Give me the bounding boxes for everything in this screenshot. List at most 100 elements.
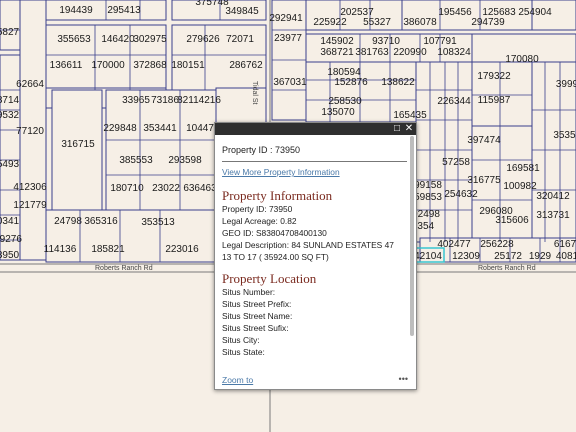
parcel-id-label[interactable]: 180151 — [171, 60, 205, 71]
parcel-id-label[interactable]: 6167 — [554, 239, 576, 250]
parcel-id-label[interactable]: 372868 — [133, 60, 167, 71]
parcel-id-label[interactable]: 229848 — [103, 123, 137, 134]
parcel-id-label[interactable]: 368721 — [320, 47, 354, 58]
parcel-id-label[interactable]: 57258 — [442, 157, 470, 168]
parcel-id-label[interactable]: 108324 — [437, 47, 471, 58]
parcel-id-label[interactable]: 121779 — [13, 200, 47, 211]
parcel-id-label[interactable]: 4081 — [556, 251, 576, 262]
parcel-id-label[interactable]: 107791 — [423, 36, 457, 47]
parcel-id-label[interactable]: 24798 — [54, 216, 82, 227]
parcel-id-label[interactable]: 286762 — [229, 60, 263, 71]
parcel-id-label[interactable]: 152876 — [334, 77, 368, 88]
parcel-id-label[interactable]: 316775 — [467, 175, 501, 186]
parcel-id-label[interactable]: 77120 — [16, 126, 44, 137]
parcel-id-label[interactable]: 302975 — [133, 34, 167, 45]
parcel-id-label[interactable]: 5827 — [0, 27, 20, 38]
zoom-to-link[interactable]: Zoom to — [222, 375, 253, 385]
parcel-id-label[interactable]: 279626 — [186, 34, 220, 45]
parcel-id-label[interactable]: 254632 — [444, 189, 478, 200]
parcel-id-label[interactable]: 12309 — [452, 251, 480, 262]
parcel-id-label[interactable]: 180710 — [110, 183, 144, 194]
parcel-id-label[interactable]: 23977 — [274, 33, 302, 44]
parcel-id-label[interactable]: 3999 — [556, 79, 576, 90]
parcel-id-label[interactable]: 136611 — [50, 60, 83, 71]
view-more-info-link[interactable]: View More Property Information — [222, 166, 408, 178]
parcel-id-label[interactable]: 169581 — [506, 163, 540, 174]
parcel-id-label[interactable]: 145902 — [320, 36, 354, 47]
parcel-id-label[interactable]: 179322 — [477, 71, 511, 82]
parcel-id-label[interactable]: 138622 — [381, 77, 415, 88]
parcel-id-label[interactable]: 355653 — [57, 34, 91, 45]
scrollbar-thumb[interactable] — [410, 136, 414, 336]
parcel-id-label[interactable]: 114136 — [44, 244, 77, 255]
parcel-id-label[interactable]: 115987 — [478, 95, 511, 106]
property-popup[interactable]: □ ✕ Property ID : 73950 View More Proper… — [214, 122, 417, 390]
parcel-id-label[interactable]: 10447 — [186, 123, 214, 134]
parcel-id-label[interactable]: 195456 — [438, 7, 472, 18]
parcel-id-label[interactable]: 316715 — [61, 139, 95, 150]
parcel-id-label[interactable]: 9532 — [0, 110, 20, 121]
parcel-id-label[interactable]: 397474 — [467, 135, 501, 146]
parcel-id-label[interactable]: 165435 — [393, 110, 427, 121]
parcel-id-label[interactable]: 295413 — [107, 5, 141, 16]
parcel-id-label[interactable]: 320412 — [536, 191, 570, 202]
parcel-id-label[interactable]: 1929 — [529, 251, 552, 262]
parcel-id-label[interactable]: 62664 — [16, 79, 44, 90]
parcel-id-label[interactable]: 146420 — [101, 34, 135, 45]
parcel-id-label[interactable]: 226344 — [437, 96, 471, 107]
parcel-id-label[interactable]: 220990 — [393, 47, 427, 58]
parcel-id-label[interactable]: 82114216 — [177, 95, 221, 106]
parcel-id-label[interactable]: 0341 — [0, 216, 20, 227]
parcel-id-label[interactable]: 258530 — [328, 96, 362, 107]
popup-body[interactable]: View More Property Information Property … — [222, 166, 408, 375]
parcel-id-label[interactable]: 59853 — [414, 192, 442, 203]
parcel-id-label[interactable]: 386078 — [403, 17, 437, 28]
parcel-id-label[interactable]: 185821 — [91, 244, 125, 255]
parcel-id-label[interactable]: 412306 — [13, 182, 47, 193]
parcel-id-label[interactable]: 292941 — [269, 13, 303, 24]
parcel-id-label[interactable]: 25172 — [494, 251, 522, 262]
maximize-icon[interactable]: □ — [392, 124, 402, 134]
parcel-id-label[interactable]: 170080 — [505, 54, 539, 65]
parcel-id-label[interactable]: 93710 — [372, 36, 400, 47]
parcel-id-label[interactable]: 353441 — [143, 123, 177, 134]
parcel-id-label[interactable]: 349845 — [225, 6, 259, 17]
parcel-id-label[interactable]: 72071 — [226, 34, 254, 45]
parcel-id-label[interactable]: 313731 — [536, 210, 570, 221]
parcel-id-label[interactable]: 367031 — [273, 77, 307, 88]
parcel-id-label[interactable]: 3950 — [0, 250, 20, 261]
parcel-id-label[interactable]: 23022 — [152, 183, 180, 194]
parcel-id-label[interactable]: 8714 — [0, 95, 20, 106]
parcel-id-label[interactable]: 33965 — [122, 95, 150, 106]
parcel-id-label[interactable]: 55327 — [363, 17, 391, 28]
parcel-id-label[interactable]: 402477 — [437, 239, 471, 250]
parcel-id-label[interactable]: 256228 — [480, 239, 514, 250]
parcel-id-label[interactable]: 385553 — [119, 155, 153, 166]
popup-scrollbar[interactable] — [409, 136, 414, 376]
close-icon[interactable]: ✕ — [404, 124, 414, 134]
parcel-id-label[interactable]: 170000 — [91, 60, 125, 71]
parcel-id-label[interactable]: 636463 — [183, 183, 217, 194]
road-label-roberts-ranch-right: Roberts Ranch Rd — [478, 265, 536, 272]
parcel-id-label[interactable]: 294739 — [471, 17, 505, 28]
parcel-id-label[interactable]: 353582 — [553, 130, 576, 141]
parcel-id-label[interactable]: 42104 — [414, 251, 442, 262]
parcel-id-label[interactable]: 381763 — [355, 47, 389, 58]
parcel-id-label[interactable]: 135070 — [321, 107, 355, 118]
more-actions-icon[interactable]: ••• — [399, 374, 408, 384]
parcel-id-label[interactable]: 194439 — [59, 5, 93, 16]
parcel-id-label[interactable]: 293598 — [168, 155, 202, 166]
parcel-id-label[interactable]: 353513 — [141, 217, 175, 228]
parcel-id-label[interactable]: 73186 — [151, 95, 179, 106]
parcel-id-label[interactable]: 99158 — [414, 180, 442, 191]
parcel-id-label[interactable]: 225922 — [313, 17, 347, 28]
parcel-id-label[interactable]: 315606 — [495, 215, 529, 226]
parcel-id-label[interactable]: 365316 — [84, 216, 118, 227]
parcel-id-label[interactable]: 19276 — [0, 234, 22, 245]
property-info-heading: Property Information — [222, 188, 333, 203]
parcel-id-label[interactable]: 5493 — [0, 159, 20, 170]
parcel-id-label[interactable]: 375748 — [195, 0, 229, 8]
parcel-id-label[interactable]: 223016 — [165, 244, 199, 255]
parcel-id-label[interactable]: 254904 — [518, 7, 552, 18]
parcel-id-label[interactable]: 100982 — [503, 181, 537, 192]
